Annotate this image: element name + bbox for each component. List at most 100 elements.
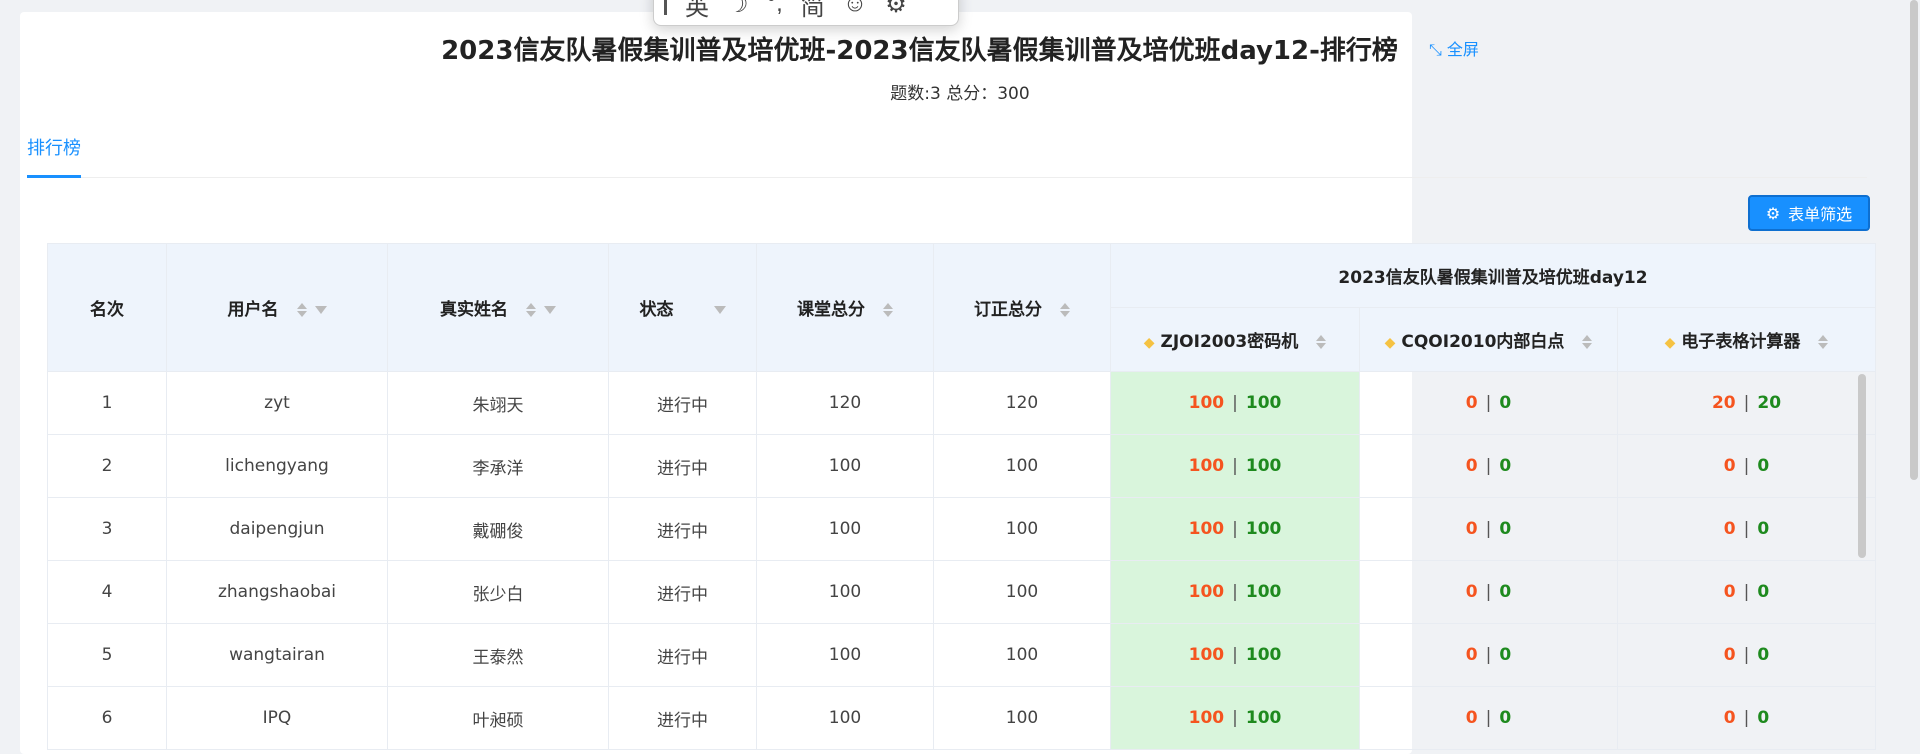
score-separator: | <box>1743 519 1750 539</box>
score-value: 100 <box>1188 708 1225 728</box>
col-problem-3[interactable]: ◆ 电子表格计算器 <box>1617 307 1876 372</box>
cell-problem-score[interactable]: 0 | 0 <box>1359 686 1618 750</box>
fullscreen-label: 全屏 <box>1446 40 1479 59</box>
cell-username: zhangshaobai <box>166 560 388 624</box>
cell-problem-score[interactable]: 0 | 0 <box>1359 371 1618 435</box>
table-scrollbar[interactable] <box>1858 374 1866 558</box>
cell-status: 进行中 <box>608 560 757 624</box>
cell-problem-score[interactable]: 0 | 0 <box>1617 497 1876 561</box>
filter-icon[interactable] <box>314 306 327 314</box>
fix-score-value: 0 <box>1499 708 1512 728</box>
fix-score-value: 0 <box>1757 456 1770 476</box>
cell-problem-score[interactable]: 100 | 100 <box>1110 434 1360 498</box>
col-username[interactable]: 用户名 <box>166 243 388 372</box>
cell-problem-score[interactable]: 100 | 100 <box>1110 623 1360 687</box>
cell-problem-score[interactable]: 0 | 0 <box>1359 560 1618 624</box>
form-filter-button[interactable]: ⚙ 表单筛选 <box>1748 195 1870 231</box>
ime-drag-handle[interactable] <box>664 0 667 15</box>
sort-icon[interactable] <box>1060 303 1070 317</box>
sort-icon[interactable] <box>1582 335 1593 349</box>
ime-script-toggle[interactable]: 简 <box>801 0 825 22</box>
cell-problem-score[interactable]: 0 | 0 <box>1359 434 1618 498</box>
col-problem-2[interactable]: ◆ CQOI2010内部白点 <box>1359 307 1618 372</box>
fix-score-value: 0 <box>1757 708 1770 728</box>
score-separator: | <box>1232 519 1238 539</box>
table-row: 5 wangtairan 王泰然 进行中 100 100 100 | 100 0 | 0 0 | 0 <box>47 623 1876 687</box>
cell-username: IPQ <box>166 686 388 750</box>
punctuation-icon[interactable]: °, <box>767 0 783 18</box>
fix-score-value: 100 <box>1245 519 1282 539</box>
form-filter-label: 表单筛选 <box>1788 205 1853 224</box>
table-row: 6 IPQ 叶昶硕 进行中 100 100 100 | 100 0 | 0 0 | 0 <box>47 686 1876 750</box>
cell-problem-score[interactable]: 0 | 0 <box>1359 497 1618 561</box>
score-value: 0 <box>1465 582 1478 602</box>
score-separator: | <box>1743 708 1750 728</box>
filter-icon[interactable] <box>544 306 556 314</box>
cell-problem-score[interactable]: 100 | 100 <box>1110 497 1360 561</box>
tab-ranking[interactable]: 排行榜 <box>27 134 81 160</box>
score-value: 0 <box>1465 708 1478 728</box>
score-value: 100 <box>1188 519 1225 539</box>
filter-icon[interactable] <box>713 306 726 314</box>
sort-icon[interactable] <box>296 303 307 317</box>
score-value: 0 <box>1465 645 1478 665</box>
fix-score-value: 0 <box>1499 456 1512 476</box>
col-realname[interactable]: 真实姓名 <box>387 243 609 372</box>
cell-problem-score[interactable]: 0 | 0 <box>1617 560 1876 624</box>
page-scrollbar[interactable] <box>1910 0 1918 480</box>
score-value: 100 <box>1188 393 1225 413</box>
fix-score-value: 100 <box>1245 582 1282 602</box>
cell-rank: 6 <box>47 686 167 750</box>
cell-realname: 王泰然 <box>387 623 609 687</box>
col-rank: 名次 <box>47 243 167 372</box>
fullscreen-button[interactable]: ⤡ 全屏 <box>1429 36 1479 60</box>
col-fix-total[interactable]: 订正总分 <box>933 243 1111 372</box>
ime-lang-toggle[interactable]: 英 <box>685 0 709 22</box>
fix-score-value: 100 <box>1245 708 1282 728</box>
score-value: 0 <box>1465 456 1478 476</box>
sort-icon[interactable] <box>1316 335 1327 349</box>
cell-problem-score[interactable]: 100 | 100 <box>1110 686 1360 750</box>
sort-icon[interactable] <box>883 303 893 317</box>
score-separator: | <box>1485 708 1492 728</box>
score-value: 0 <box>1723 456 1736 476</box>
col-class-total[interactable]: 课堂总分 <box>756 243 934 372</box>
cell-rank: 4 <box>47 560 167 624</box>
diamond-icon: ◆ <box>1664 335 1676 351</box>
sort-icon[interactable] <box>1818 335 1829 349</box>
score-separator: | <box>1485 582 1492 602</box>
cell-status: 进行中 <box>608 623 757 687</box>
cell-fix-total: 100 <box>933 560 1111 624</box>
score-separator: | <box>1232 645 1238 665</box>
cell-problem-score[interactable]: 100 | 100 <box>1110 371 1360 435</box>
page-subtitle: 题数:3 总分：300 <box>890 84 1030 104</box>
cell-class-total: 100 <box>756 434 934 498</box>
score-value: 0 <box>1723 708 1736 728</box>
cell-problem-score[interactable]: 20 | 20 <box>1617 371 1876 435</box>
cell-problem-score[interactable]: 0 | 0 <box>1617 686 1876 750</box>
score-value: 0 <box>1465 519 1478 539</box>
score-separator: | <box>1485 645 1492 665</box>
cell-realname: 戴硼俊 <box>387 497 609 561</box>
gear-icon: ⚙ <box>1765 203 1781 223</box>
settings-icon[interactable]: ⚙ <box>885 0 907 19</box>
cell-class-total: 120 <box>756 371 934 435</box>
score-separator: | <box>1232 708 1238 728</box>
score-separator: | <box>1743 393 1750 413</box>
sort-icon[interactable] <box>526 303 536 317</box>
score-separator: | <box>1485 393 1492 413</box>
diamond-icon: ◆ <box>1384 335 1396 351</box>
emoji-icon[interactable]: ☺ <box>843 0 868 18</box>
cell-problem-score[interactable]: 0 | 0 <box>1359 623 1618 687</box>
cell-problem-score[interactable]: 0 | 0 <box>1617 623 1876 687</box>
cell-status: 进行中 <box>608 434 757 498</box>
score-value: 100 <box>1188 645 1225 665</box>
table-row: 4 zhangshaobai 张少白 进行中 100 100 100 | 100 0 | 0 0 | 0 <box>47 560 1876 624</box>
col-problem-1[interactable]: ◆ ZJOI2003密码机 <box>1110 307 1360 372</box>
cell-problem-score[interactable]: 100 | 100 <box>1110 560 1360 624</box>
cell-problem-score[interactable]: 0 | 0 <box>1617 434 1876 498</box>
cell-username: wangtairan <box>166 623 388 687</box>
cell-fix-total: 120 <box>933 371 1111 435</box>
col-status[interactable]: 状态 <box>608 243 757 372</box>
moon-icon[interactable]: ☽ <box>727 0 749 19</box>
